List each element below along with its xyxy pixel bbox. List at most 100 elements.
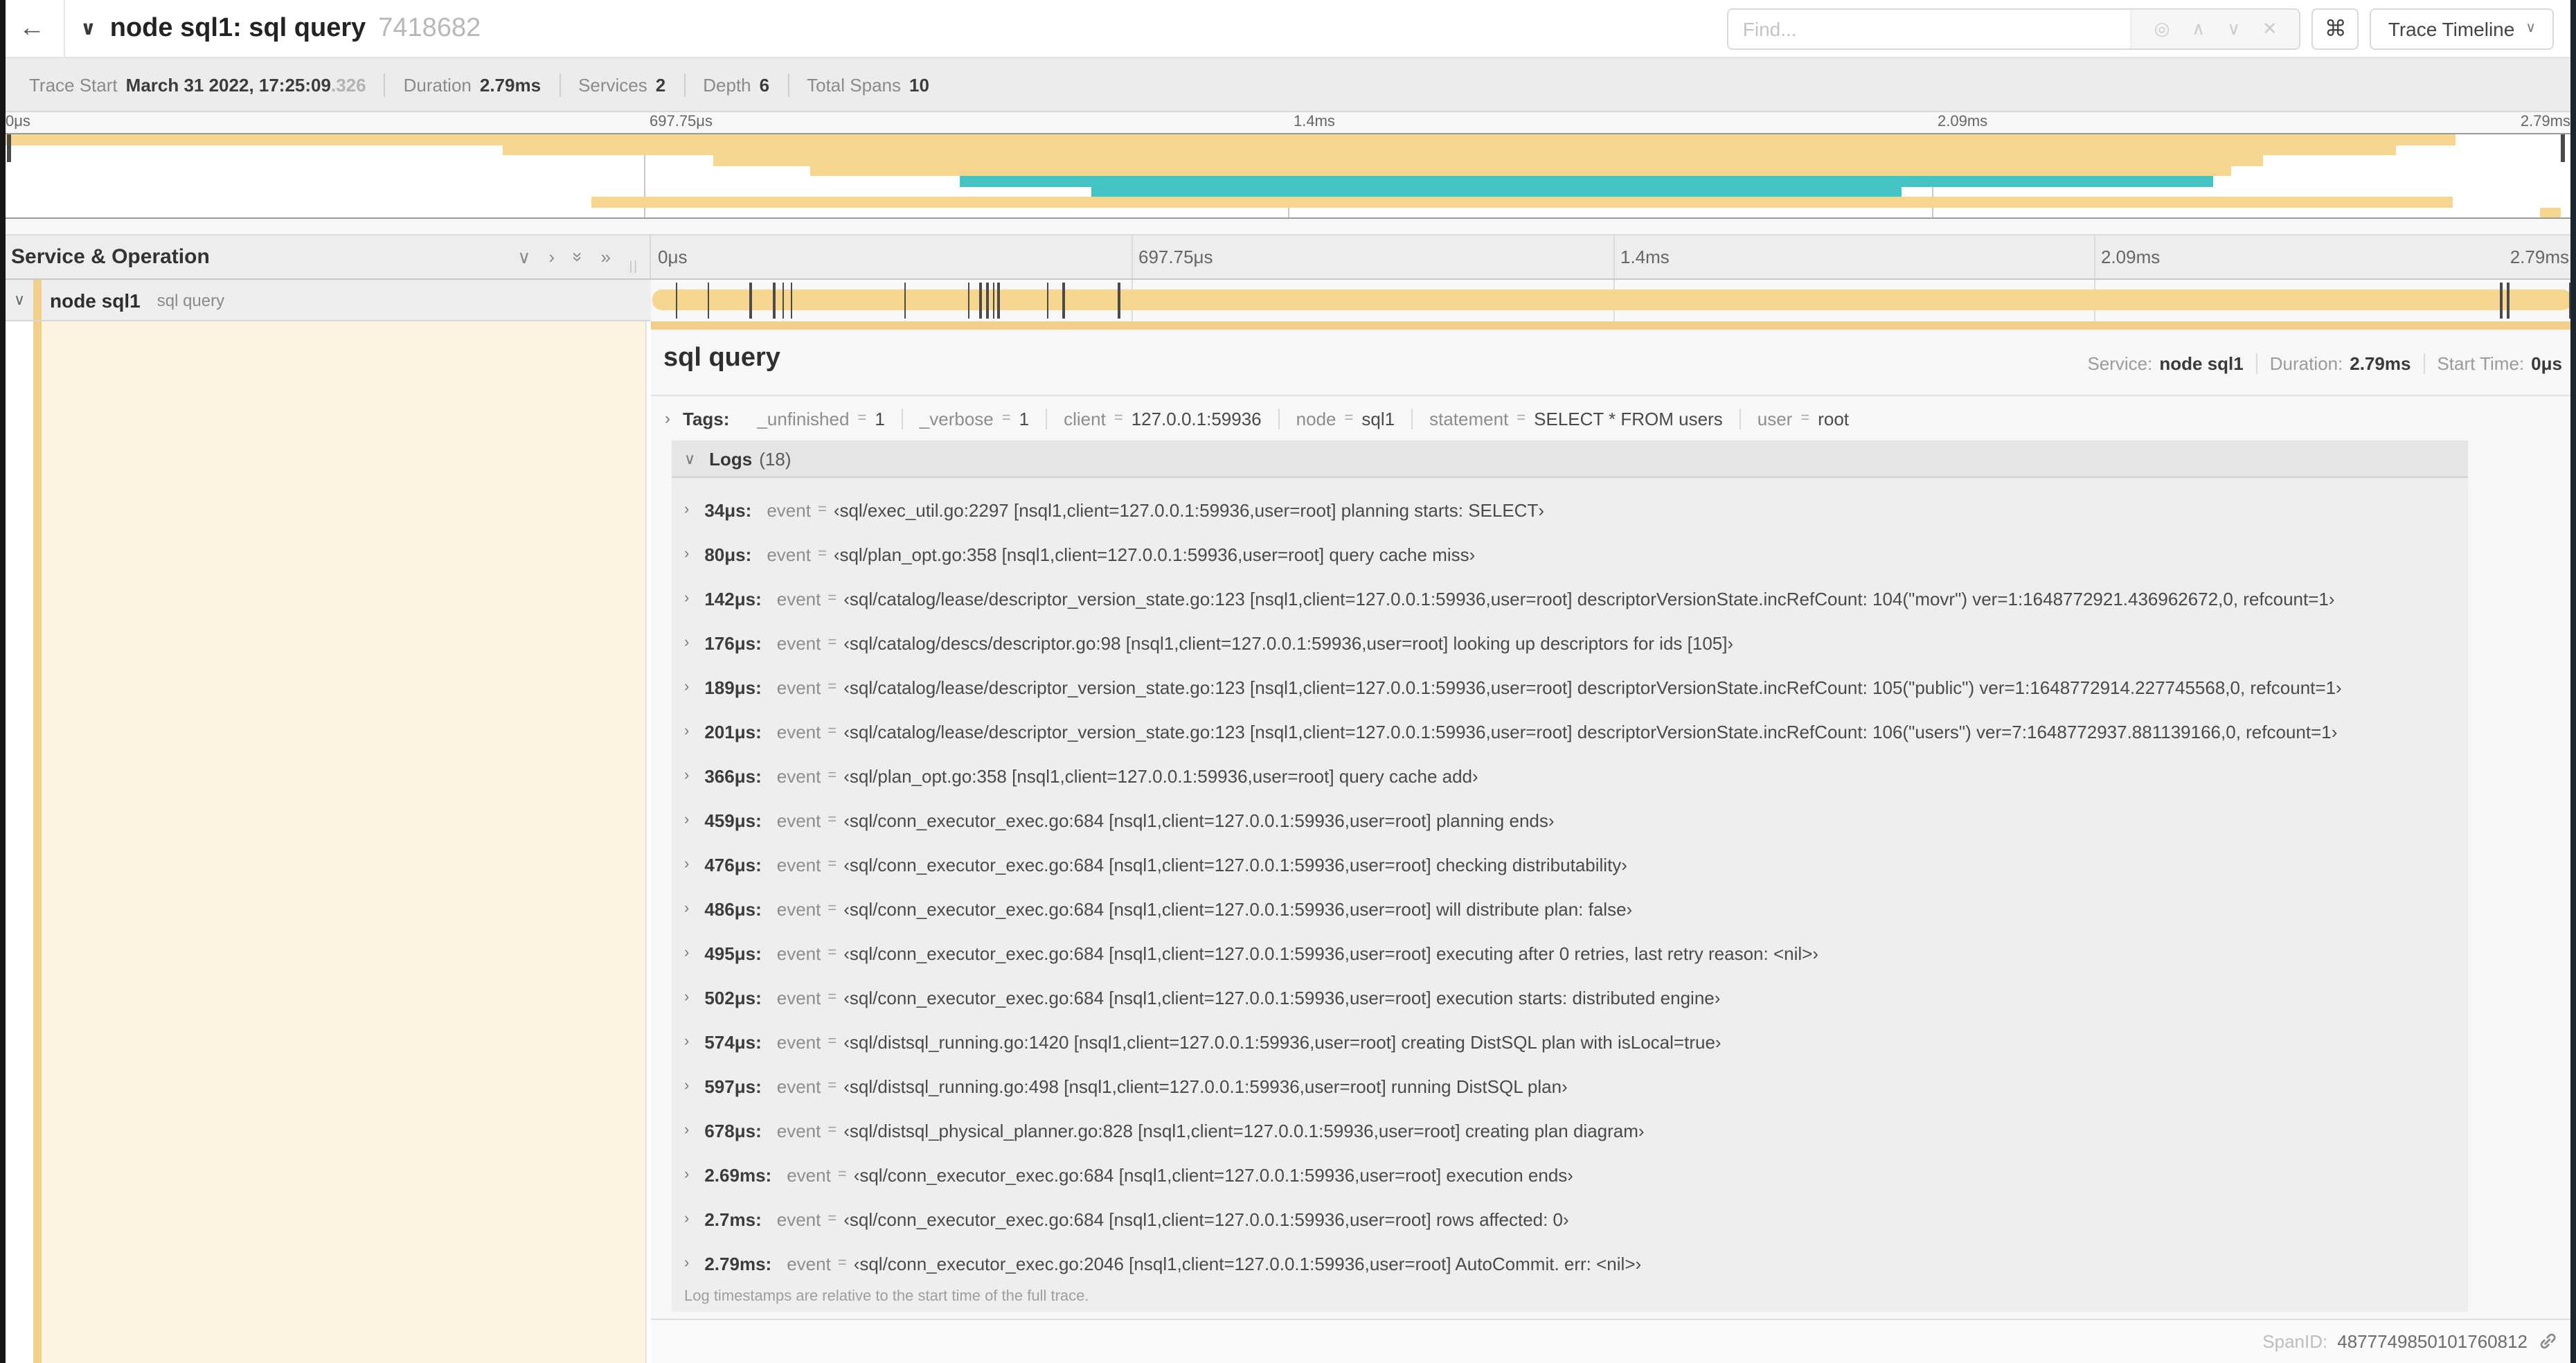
span-collapse-chevron-icon[interactable]: ∨ (14, 291, 25, 309)
log-row[interactable]: › 2.69ms: event = ‹sql/conn_executor_exec.go… (672, 1152, 2468, 1197)
log-marker-tick[interactable] (986, 283, 989, 319)
chevron-right-icon: › (684, 1033, 690, 1050)
minimap-left-scrubber[interactable] (7, 134, 11, 162)
log-row[interactable]: › 189μs: event = ‹sql/catalog/lease/descript… (672, 665, 2468, 709)
log-row[interactable]: › 459μs: event = ‹sql/conn_executor_exec.go:… (672, 798, 2468, 842)
view-selector-button[interactable]: Trace Timeline ∨ (2370, 8, 2554, 49)
match-target-icon[interactable]: ◎ (2154, 17, 2170, 39)
service-operation-title: Service & Operation (11, 245, 210, 269)
column-resize-grip[interactable]: || (629, 259, 638, 273)
logs-header[interactable]: ∨ Logs (18) (672, 440, 2468, 478)
minimap-canvas[interactable] (3, 133, 2573, 219)
log-row[interactable]: › 2.7ms: event = ‹sql/conn_executor_exec.go:… (672, 1197, 2468, 1241)
log-marker-tick[interactable] (967, 283, 970, 319)
log-marker-tick[interactable] (1118, 283, 1120, 319)
trace-collapse-chevron-icon[interactable]: ∨ (80, 17, 96, 40)
minimap-ruler: 0μs 697.75μs 1.4ms 2.09ms 2.79ms (0, 112, 2576, 133)
log-marker-tick[interactable] (904, 283, 906, 319)
chevron-right-icon: › (684, 546, 690, 562)
span-detail-panel: sql query Service: node sql1 Duration: 2.7… (651, 321, 2576, 1319)
keyboard-shortcuts-button[interactable]: ⌘ (2311, 8, 2359, 49)
log-marker-tick[interactable] (997, 283, 1000, 319)
log-row[interactable]: › 201μs: event = ‹sql/catalog/lease/descript… (672, 709, 2468, 754)
log-row[interactable]: › 34μs: event = ‹sql/exec_util.go:2297 [nsql… (672, 488, 2468, 532)
total-spans-item: Total Spans 10 (789, 73, 947, 96)
chevron-right-icon: › (684, 945, 690, 961)
log-row[interactable]: › 597μs: event = ‹sql/distsql_running.go:498… (672, 1064, 2468, 1108)
ruler-divider (1613, 235, 1615, 278)
log-marker-tick[interactable] (2500, 283, 2503, 319)
trace-title: node sql1: sql query (109, 13, 366, 42)
log-row[interactable]: › 176μs: event = ‹sql/catalog/descs/descript… (672, 621, 2468, 665)
log-row[interactable]: › 486μs: event = ‹sql/conn_executor_exec.go:… (672, 887, 2468, 931)
clear-find-icon[interactable]: ✕ (2262, 17, 2278, 39)
chevron-down-icon: ∨ (684, 451, 696, 467)
ruler-tick-2: 1.4ms (1620, 247, 1670, 267)
log-marker-tick[interactable] (773, 283, 776, 319)
prev-match-icon[interactable]: ∧ (2192, 17, 2205, 39)
ruler-tick-0: 0μs (658, 247, 688, 267)
log-row[interactable]: › 476μs: event = ‹sql/conn_executor_exec.go:… (672, 842, 2468, 887)
chevron-right-icon: › (684, 723, 690, 740)
find-group: ◎ ∧ ∨ ✕ (1727, 8, 2301, 49)
expand-all-icon[interactable]: » (601, 247, 611, 267)
back-arrow-icon: ← (19, 13, 45, 42)
tags-accordion[interactable]: › Tags: _unfinished = 1 _verbose = 1 client = 12… (651, 396, 2576, 440)
log-marker-tick[interactable] (707, 283, 710, 319)
minimap-right-scrubber[interactable] (2561, 134, 2565, 162)
span-detail-footer: SpanID: 4877749850101760812 (651, 1319, 2576, 1363)
log-row[interactable]: › 366μs: event = ‹sql/plan_opt.go:358 [nsql1… (672, 754, 2468, 798)
span-detail-header: sql query Service: node sql1 Duration: 2.7… (651, 330, 2576, 396)
top-bar: ← ∨ node sql1: sql query 7418682 ◎ ∧ ∨ ✕… (0, 0, 2576, 58)
log-marker-tick[interactable] (782, 283, 785, 319)
find-input[interactable] (1728, 9, 2131, 48)
log-row[interactable]: › 2.79ms: event = ‹sql/conn_executor_exec.go… (672, 1241, 2468, 1285)
span-row-name-cell[interactable]: ∨ node sql1 sql query (0, 280, 651, 321)
log-marker-tick[interactable] (675, 283, 678, 319)
ruler-divider (2094, 235, 2095, 278)
log-marker-tick[interactable] (2507, 283, 2510, 319)
log-row[interactable]: › 502μs: event = ‹sql/conn_executor_exec.go:… (672, 975, 2468, 1019)
log-marker-tick[interactable] (749, 283, 752, 319)
minimap-span-band (4, 134, 2456, 145)
span-duration-bar[interactable] (652, 289, 2572, 310)
log-row[interactable]: › 495μs: event = ‹sql/conn_executor_exec.go:… (672, 931, 2468, 975)
collapse-all-icon[interactable]: » (567, 252, 588, 262)
log-marker-tick[interactable] (992, 283, 995, 319)
span-row-timeline-cell[interactable] (651, 280, 2576, 321)
ruler-tick-1: 697.75μs (1138, 247, 1213, 267)
expand-one-icon[interactable]: › (548, 247, 555, 267)
log-marker-tick[interactable] (790, 283, 793, 319)
selected-span-background (42, 321, 645, 1363)
minimap-span-band (2540, 207, 2561, 217)
services-label: Services (578, 74, 647, 95)
deep-link-icon[interactable] (2537, 1332, 2557, 1351)
trace-start-label: Trace Start (29, 74, 118, 95)
minimap-tick-0: 0μs (6, 114, 30, 130)
timeline-ruler: 0μs 697.75μs 1.4ms 2.09ms 2.79ms (651, 235, 2576, 278)
log-row[interactable]: › 80μs: event = ‹sql/plan_opt.go:358 [nsql1,… (672, 532, 2468, 576)
services-value: 2 (655, 74, 666, 95)
ruler-tick-3: 2.09ms (2101, 247, 2161, 267)
span-detail-title: sql query (663, 344, 780, 373)
next-match-icon[interactable]: ∨ (2227, 17, 2240, 39)
chevron-right-icon: › (684, 634, 690, 651)
minimap-span-band (503, 145, 2396, 155)
log-marker-tick[interactable] (1046, 283, 1049, 319)
collapse-one-icon[interactable]: ∨ (517, 246, 530, 268)
log-marker-tick[interactable] (1062, 283, 1065, 319)
log-row[interactable]: › 678μs: event = ‹sql/distsql_physical_plann… (672, 1108, 2468, 1152)
span-service-name: node sql1 (50, 289, 141, 311)
chevron-right-icon: › (684, 1078, 690, 1094)
trace-timeline-page: ← ∨ node sql1: sql query 7418682 ◎ ∧ ∨ ✕… (0, 0, 2576, 1363)
tag-item: statement = SELECT * FROM users (1411, 408, 1739, 429)
back-button[interactable]: ← (0, 0, 65, 57)
minimap-span-band (960, 176, 2213, 186)
log-row[interactable]: › 574μs: event = ‹sql/distsql_running.go:142… (672, 1019, 2468, 1064)
log-row[interactable]: › 142μs: event = ‹sql/catalog/lease/descript… (672, 576, 2468, 621)
left-screen-edge (0, 0, 6, 1363)
span-color-strip (33, 321, 42, 1363)
chevron-right-icon: › (684, 767, 690, 784)
column-divider[interactable] (645, 321, 647, 1363)
log-marker-tick[interactable] (979, 283, 982, 319)
